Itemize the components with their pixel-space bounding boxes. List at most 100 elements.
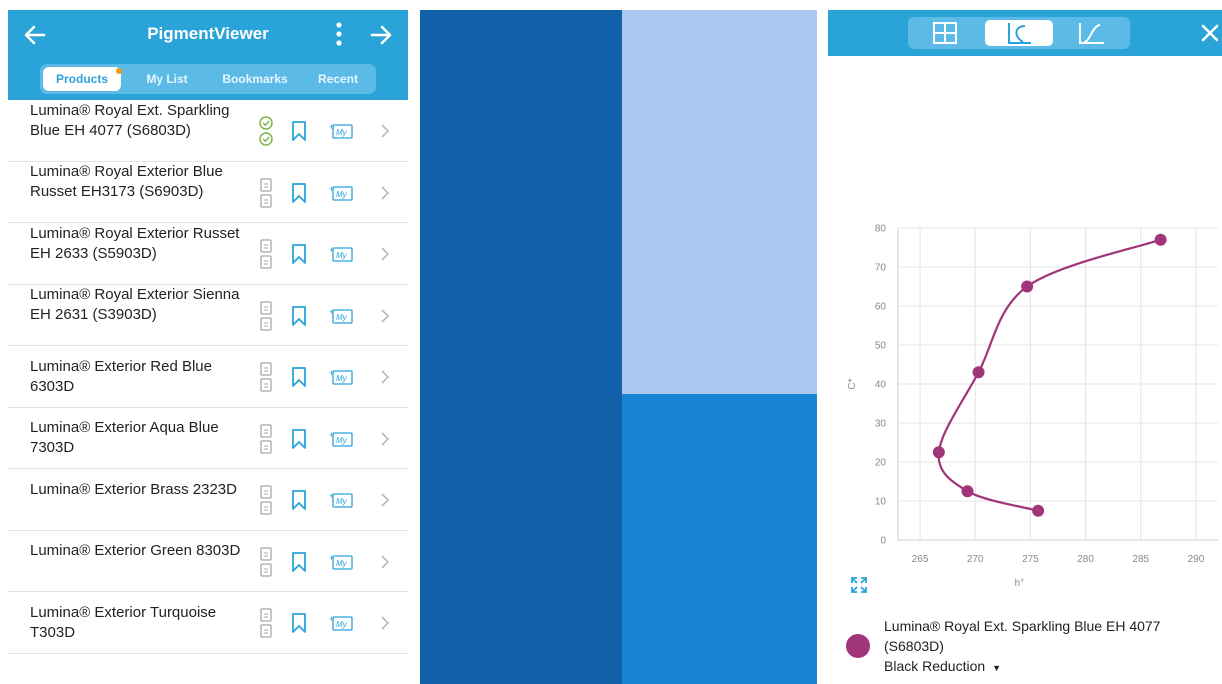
tab-recent[interactable]: Recent [306, 67, 370, 91]
bookmark-icon[interactable] [291, 182, 307, 204]
legend-measurement-dropdown[interactable]: Black Reduction ▼ [884, 658, 1001, 674]
add-to-my-list-icon[interactable]: +My [328, 122, 354, 140]
data-point [932, 446, 945, 459]
svg-text:My: My [336, 190, 348, 199]
bookmark-icon[interactable] [291, 120, 307, 142]
data-point [1154, 233, 1167, 246]
product-name: Lumina® Exterior Red Blue 6303D [30, 357, 212, 395]
y-tick-label: 30 [875, 419, 887, 430]
line-chart-icon [1079, 23, 1104, 44]
color-swatch-panel [420, 10, 817, 684]
more-options-icon[interactable] [330, 20, 348, 48]
datasheet-icon[interactable] [258, 177, 274, 209]
y-tick-label: 70 [875, 263, 887, 274]
svg-text:+: + [329, 553, 334, 563]
view-mode-segment [908, 17, 1130, 49]
add-to-my-list-icon[interactable]: +My [328, 307, 354, 325]
add-to-my-list-icon[interactable]: +My [328, 614, 354, 632]
svg-text:+: + [329, 307, 334, 317]
grid-view-button[interactable] [912, 20, 980, 46]
chevron-right-icon[interactable] [380, 123, 390, 139]
line-view-button[interactable] [1058, 20, 1126, 46]
product-row[interactable]: Lumina® Royal Exterior Sienna EH 2631 (S… [8, 285, 408, 346]
tab-products[interactable]: Products [43, 67, 121, 91]
bookmark-icon[interactable] [291, 612, 307, 634]
add-to-my-list-icon[interactable]: +My [328, 491, 354, 509]
y-tick-label: 50 [875, 341, 887, 352]
chevron-right-icon[interactable] [380, 492, 390, 508]
bookmark-icon[interactable] [291, 305, 307, 327]
product-row[interactable]: Lumina® Royal Exterior Russet EH 2633 (S… [8, 223, 408, 285]
curve-view-button[interactable] [985, 20, 1053, 46]
chevron-right-icon[interactable] [380, 554, 390, 570]
datasheet-icon[interactable] [258, 238, 274, 270]
svg-text:My: My [336, 313, 348, 322]
app-header: PigmentViewer Products My List Bookmarks… [8, 10, 408, 100]
datasheet-icon[interactable] [258, 361, 274, 393]
product-name: Lumina® Exterior Aqua Blue 7303D [30, 419, 219, 457]
datasheet-icon[interactable] [258, 423, 274, 455]
svg-text:My: My [336, 620, 348, 629]
y-tick-label: 60 [875, 302, 887, 313]
chevron-right-icon[interactable] [380, 369, 390, 385]
tab-my-list[interactable]: My List [135, 67, 199, 91]
datasheet-icon[interactable] [258, 546, 274, 578]
product-name: Lumina® Exterior Turquoise T303D [30, 603, 217, 641]
svg-text:+: + [329, 245, 334, 255]
x-tick-label: 270 [967, 554, 984, 565]
y-tick-label: 0 [880, 536, 886, 547]
bookmark-icon[interactable] [291, 243, 307, 265]
legend-measurement-label: Black Reduction [884, 658, 986, 674]
data-point [972, 366, 985, 379]
product-row[interactable]: Lumina® Royal Exterior Blue Russet EH317… [8, 162, 408, 223]
chevron-right-icon[interactable] [380, 185, 390, 201]
datasheet-icon[interactable] [258, 484, 274, 516]
product-name: Lumina® Exterior Brass 2323D [30, 480, 237, 498]
add-to-my-list-icon[interactable]: +My [328, 430, 354, 448]
product-name: Lumina® Royal Exterior Sienna EH 2631 (S… [30, 286, 240, 324]
add-to-my-list-icon[interactable]: +My [328, 368, 354, 386]
bookmark-icon[interactable] [291, 428, 307, 450]
y-tick-label: 40 [875, 380, 887, 391]
svg-text:My: My [336, 251, 348, 260]
series-line [937, 238, 1161, 512]
product-row[interactable]: Lumina® Royal Ext. Sparkling Blue EH 407… [8, 100, 408, 162]
product-row[interactable]: Lumina® Exterior Aqua Blue 7303D + My [8, 408, 408, 469]
datasheet-checked-icon[interactable] [258, 115, 274, 147]
product-list-panel: PigmentViewer Products My List Bookmarks… [8, 10, 408, 684]
data-point [961, 485, 974, 498]
add-to-my-list-icon[interactable]: +My [328, 553, 354, 571]
add-to-my-list-icon[interactable]: +My [328, 245, 354, 263]
product-name: Lumina® Royal Exterior Russet EH 2633 (S… [30, 224, 240, 262]
bookmark-icon[interactable] [291, 489, 307, 511]
chevron-right-icon[interactable] [380, 615, 390, 631]
svg-text:My: My [336, 374, 348, 383]
chevron-right-icon[interactable] [380, 431, 390, 447]
chevron-right-icon[interactable] [380, 308, 390, 324]
product-name: Lumina® Royal Exterior Blue Russet EH317… [30, 163, 223, 201]
product-row[interactable]: Lumina® Exterior Green 8303D + My [8, 531, 408, 592]
product-row[interactable]: Lumina® Exterior Brass 2323D + My [8, 469, 408, 531]
product-row[interactable]: Lumina® Exterior Turquoise T303D + My [8, 592, 408, 654]
svg-text:My: My [336, 497, 348, 506]
chevron-right-icon[interactable] [380, 246, 390, 262]
swatch-bottom-right [622, 394, 817, 684]
y-tick-label: 20 [875, 458, 887, 469]
product-name: Lumina® Royal Ext. Sparkling Blue EH 407… [30, 101, 230, 139]
svg-text:+: + [329, 368, 334, 378]
datasheet-icon[interactable] [258, 607, 274, 639]
dropdown-caret-icon: ▼ [992, 663, 1001, 673]
forward-arrow-icon[interactable] [368, 22, 394, 48]
bookmark-icon[interactable] [291, 366, 307, 388]
tab-bookmarks[interactable]: Bookmarks [212, 67, 298, 91]
expand-icon[interactable] [850, 576, 868, 594]
product-row[interactable]: Lumina® Exterior Red Blue 6303D + My [8, 346, 408, 408]
bookmark-icon[interactable] [291, 551, 307, 573]
svg-text:+: + [329, 614, 334, 624]
datasheet-icon[interactable] [258, 300, 274, 332]
y-tick-label: 80 [875, 224, 887, 235]
close-icon[interactable] [1200, 22, 1220, 44]
chart-header [828, 10, 1222, 56]
app-title: PigmentViewer [147, 24, 269, 43]
add-to-my-list-icon[interactable]: +My [328, 184, 354, 202]
